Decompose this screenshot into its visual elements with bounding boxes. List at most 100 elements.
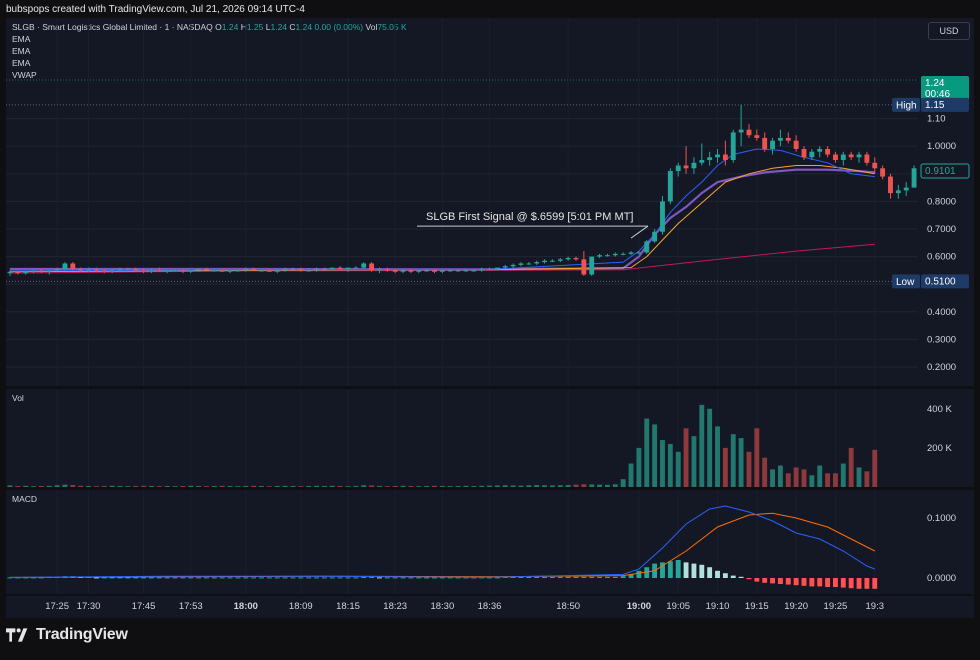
candle-body: [259, 270, 264, 272]
macd-histogram-bar: [125, 577, 131, 579]
time-tick: 19:05: [666, 601, 690, 612]
volume-bar: [196, 486, 202, 487]
candle-body: [660, 201, 665, 232]
macd-histogram-bar: [156, 577, 162, 579]
macd-histogram-bar: [321, 577, 327, 579]
high-value-tag-text: 1.15: [925, 100, 945, 111]
volume-bar: [683, 428, 689, 487]
candle-body: [149, 270, 154, 272]
volume-bar: [605, 484, 610, 487]
volume-bar: [15, 486, 21, 487]
macd-histogram-bar: [227, 577, 233, 579]
candle-body: [848, 154, 854, 158]
volume-bar: [447, 486, 453, 487]
volume-bar: [259, 486, 264, 487]
time-tick: 18:30: [430, 601, 454, 612]
volume-bar: [298, 486, 304, 487]
volume-bar: [117, 486, 123, 487]
volume-panel[interactable]: Vol 400 K 200 K: [6, 389, 974, 487]
macd-histogram-bar: [306, 577, 312, 579]
volume-bar: [23, 485, 29, 487]
low-value-tag: 0.5100: [921, 274, 969, 289]
macd-histogram-bar: [620, 576, 626, 578]
volume-bar: [424, 486, 430, 487]
volume-bar: [644, 418, 650, 487]
volume-bar: [549, 485, 555, 487]
volume-bar: [817, 465, 823, 487]
high-label-chip: High: [896, 100, 917, 111]
candle-body: [872, 162, 878, 169]
volume-bar: [825, 473, 831, 487]
volume-bar: [589, 484, 595, 487]
volume-bar: [377, 486, 382, 487]
volume-bar: [432, 485, 437, 487]
volume-bar: [833, 473, 838, 487]
volume-bar: [408, 486, 414, 487]
time-tick: 18:36: [478, 601, 502, 612]
volume-bar: [801, 469, 807, 487]
candle-body: [345, 267, 351, 270]
volume-bar: [864, 471, 870, 487]
price-panel[interactable]: SLGB · Smart Logistics Global Limited · …: [6, 18, 974, 386]
macd-histogram-bar: [172, 577, 178, 579]
candle-body: [526, 263, 532, 265]
candle-body: [691, 162, 697, 169]
candle-body: [439, 270, 445, 272]
volume-bar: [699, 404, 705, 487]
volume-bar: [439, 486, 445, 487]
volume-bar: [707, 408, 713, 487]
candle-body: [361, 263, 367, 268]
macd-histogram-bar: [259, 577, 264, 579]
macd-histogram-bar: [188, 577, 194, 579]
volume-bar: [70, 485, 76, 487]
candle-body: [70, 263, 76, 270]
macd-histogram-bar: [424, 577, 430, 579]
macd-histogram-bar: [534, 576, 540, 578]
candle-body: [777, 137, 783, 141]
candle-body: [314, 269, 319, 271]
candle-body: [785, 137, 791, 141]
price-y-tick: 0.8000: [927, 196, 956, 207]
volume-bar: [722, 447, 728, 487]
volume-bar: [479, 485, 485, 487]
macd-histogram-bar: [219, 577, 225, 579]
candle-body: [754, 135, 760, 138]
volume-bar: [675, 451, 681, 487]
candle-body: [156, 270, 162, 272]
macd-histogram-bar: [573, 576, 579, 578]
candle-body: [188, 270, 194, 272]
macd-histogram-bar: [204, 577, 209, 579]
time-tick: 18:09: [289, 601, 313, 612]
macd-histogram-bar: [612, 576, 618, 578]
volume-bar: [109, 485, 115, 487]
macd-histogram-bar: [730, 575, 736, 578]
macd-histogram-bar: [848, 578, 854, 589]
price-y-tick: 0.4000: [927, 307, 956, 318]
volume-bar: [400, 485, 406, 487]
volume-bar: [660, 440, 665, 487]
macd-histogram-bar: [833, 578, 838, 587]
candle-body: [730, 132, 736, 161]
macd-histogram-bar: [377, 577, 382, 579]
macd-histogram-bar: [526, 576, 532, 578]
candle-body: [487, 269, 492, 271]
candle-body: [117, 269, 123, 271]
candle-body: [125, 269, 131, 271]
volume-bar: [384, 486, 390, 487]
time-tick: 17:45: [132, 601, 156, 612]
volume-bar: [282, 485, 288, 487]
macd-panel[interactable]: MACD 0.1000 0.0000: [6, 490, 974, 594]
candle-body: [46, 270, 52, 272]
volume-bar: [636, 447, 642, 487]
volume-bar: [667, 443, 673, 487]
time-axis[interactable]: 17:25 17:30 17:45 17:53 18:00 18:09 18:15 18:23…: [6, 596, 974, 618]
volume-bar: [321, 486, 327, 487]
price-chart: 1.101.00000.90000.80000.70000.60000.5000…: [6, 18, 970, 386]
chart-frame: bubspops created with TradingView.com, J…: [0, 0, 980, 660]
macd-histogram-bar: [636, 570, 642, 578]
tradingview-logo-icon: [6, 628, 28, 642]
macd-histogram-bar: [149, 577, 154, 579]
macd-histogram-bar: [282, 577, 288, 579]
candle-body: [298, 269, 304, 271]
volume-bar: [188, 485, 194, 487]
